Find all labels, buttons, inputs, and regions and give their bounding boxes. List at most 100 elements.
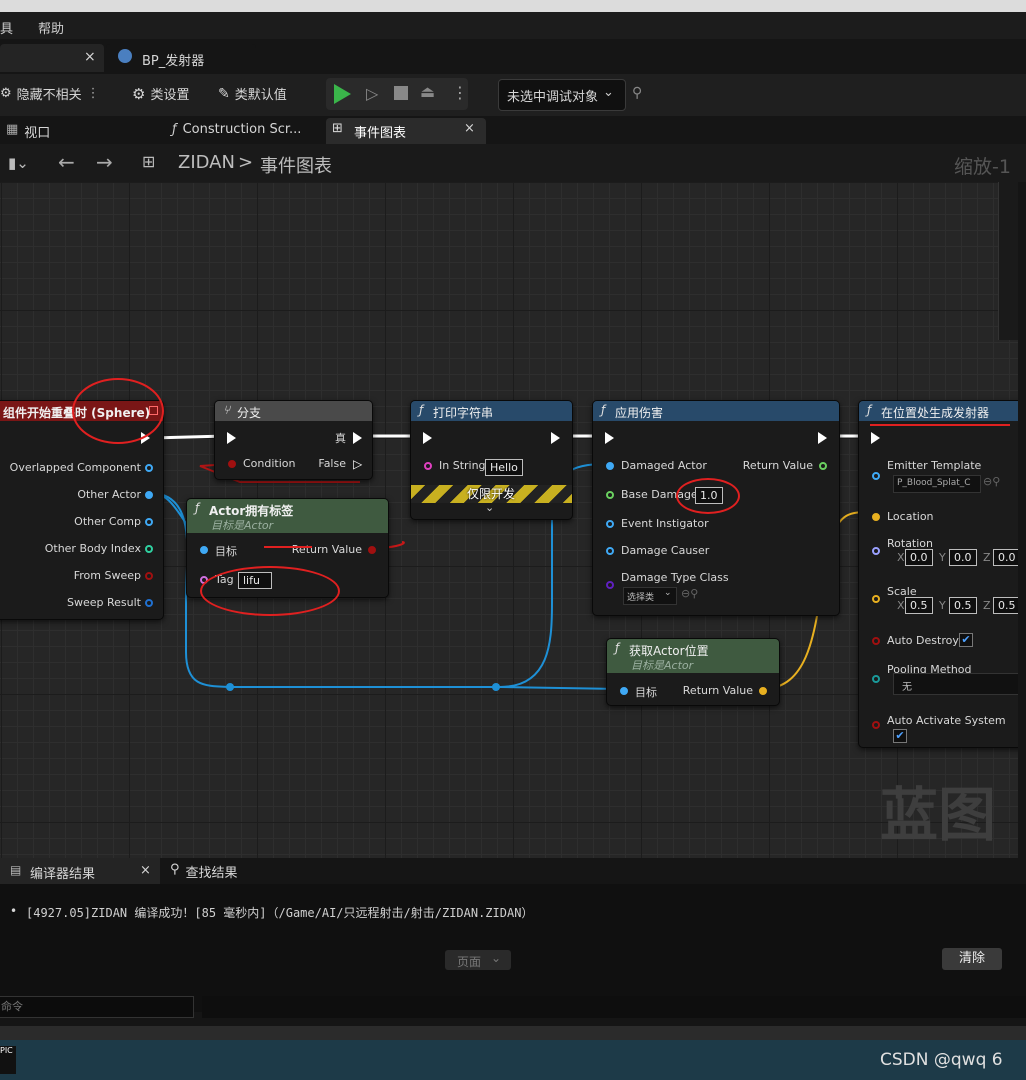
forward-arrow-icon[interactable]: →: [96, 150, 113, 174]
tab-event-graph[interactable]: ⊞ 事件图表 ×: [326, 118, 486, 144]
pin-label: Overlapped Component: [9, 461, 141, 474]
node-subtitle: 目标是Actor: [631, 659, 694, 672]
pin-return-value[interactable]: [759, 687, 767, 695]
exec-false-pin[interactable]: ▷: [353, 457, 362, 471]
pin-other-comp[interactable]: [145, 518, 153, 526]
pin-overlapped-component[interactable]: [145, 464, 153, 472]
emitter-template-select[interactable]: P_Blood_Splat_C: [893, 475, 981, 493]
node-get-actor-location[interactable]: ƒ 获取Actor位置 目标是Actor 目标 Return Value: [606, 638, 780, 706]
page-select[interactable]: 页面 ⌄: [445, 950, 511, 970]
hide-unrelated-button[interactable]: ⚙ 隐藏不相关 ⋮: [0, 84, 100, 103]
pin-damaged-actor[interactable]: [606, 462, 614, 470]
chevron-down-icon[interactable]: ⌄: [485, 501, 494, 514]
debug-target-label: 未选中调试对象: [507, 90, 599, 105]
auto-activate-checkbox[interactable]: ✔: [893, 729, 907, 743]
doc-tab-previous[interactable]: ×: [0, 44, 104, 72]
tab-compiler-results[interactable]: ▤ 编译器结果 ×: [0, 858, 160, 884]
menu-tools[interactable]: 具: [0, 18, 13, 37]
pin-other-actor[interactable]: [145, 491, 153, 499]
pin-rotation[interactable]: [872, 547, 880, 555]
scale-y-value[interactable]: 0.5: [949, 597, 977, 614]
pin-label: Return Value: [682, 684, 753, 697]
eject-icon[interactable]: ⏏: [420, 82, 435, 101]
exec-in-pin[interactable]: [227, 432, 236, 444]
pin-target[interactable]: [620, 687, 628, 695]
event-graph-canvas[interactable]: 组件开始重叠时 (Sphere) Overlapped Component Ot…: [0, 182, 1018, 858]
pin-label: 目标: [635, 686, 657, 699]
more-icon[interactable]: ⋮: [452, 83, 468, 102]
pin-damage-causer[interactable]: [606, 547, 614, 555]
pin-label: Sweep Result: [67, 596, 141, 609]
pin-target[interactable]: [200, 546, 208, 554]
doc-tab-bp-label: BP_发射器: [142, 54, 205, 69]
epic-games-icon[interactable]: PIC: [0, 1046, 16, 1074]
debug-target-select[interactable]: 未选中调试对象 ⌄: [498, 79, 626, 111]
class-defaults-button[interactable]: ✎ 类默认值: [218, 84, 287, 104]
pin-scale[interactable]: [872, 595, 880, 603]
command-input[interactable]: [0, 996, 194, 1018]
pin-return-value[interactable]: [819, 462, 827, 470]
rotation-x-value[interactable]: 0.0: [905, 549, 933, 566]
exec-out-pin[interactable]: [551, 432, 560, 444]
debug-filter-icon[interactable]: ⚲: [632, 85, 642, 101]
use-selected-icon[interactable]: ⊖⚲: [681, 587, 698, 600]
breadcrumb-separator: >: [238, 152, 254, 173]
breadcrumb-blueprint[interactable]: ZIDAN: [178, 152, 235, 173]
exec-true-pin[interactable]: [353, 432, 362, 444]
scale-z-value[interactable]: 0.5: [993, 597, 1018, 614]
pin-other-body-index[interactable]: [145, 545, 153, 553]
menu-help[interactable]: 帮助: [38, 18, 64, 37]
clear-button[interactable]: 清除: [942, 948, 1002, 970]
pin-event-instigator[interactable]: [606, 520, 614, 528]
use-selected-icon[interactable]: ⊖⚲: [983, 475, 1000, 488]
exec-out-pin[interactable]: [818, 432, 827, 444]
close-icon[interactable]: ×: [140, 863, 151, 878]
pin-label: Other Actor: [77, 488, 141, 501]
node-branch[interactable]: ⑂ 分支 真 Condition False ▷: [214, 400, 373, 480]
pooling-method-select[interactable]: 无: [893, 673, 1018, 695]
red-annotation: [72, 378, 164, 444]
node-spawn-emitter[interactable]: ƒ 在位置处生成发射器 Emitter Template P_Blood_Spl…: [858, 400, 1018, 748]
stop-icon[interactable]: [394, 86, 408, 100]
rotation-y-value[interactable]: 0.0: [949, 549, 977, 566]
scale-x-value[interactable]: 0.5: [905, 597, 933, 614]
auto-destroy-checkbox[interactable]: ✔: [959, 633, 973, 647]
damage-type-select[interactable]: 选择类 ⌄: [623, 587, 677, 605]
step-icon[interactable]: ▷: [366, 84, 378, 103]
pin-pooling-method[interactable]: [872, 675, 880, 683]
pin-auto-destroy[interactable]: [872, 637, 880, 645]
exec-in-pin[interactable]: [871, 432, 880, 444]
graph-icon: ⊞: [332, 121, 343, 136]
pin-in-string[interactable]: [424, 462, 432, 470]
pin-return-value[interactable]: [368, 546, 376, 554]
pin-sweep-result[interactable]: [145, 599, 153, 607]
breadcrumb-graph[interactable]: 事件图表: [260, 152, 332, 178]
node-print-string[interactable]: ƒ 打印字符串 In String Hello 仅限开发 ⌄: [410, 400, 573, 520]
pin-auto-activate[interactable]: [872, 721, 880, 729]
in-string-value[interactable]: Hello: [485, 459, 523, 476]
pin-emitter-template[interactable]: [872, 472, 880, 480]
exec-in-pin[interactable]: [423, 432, 432, 444]
class-settings-button[interactable]: ⚙ 类设置: [132, 84, 189, 104]
node-header: ⑂ 分支: [215, 401, 372, 421]
tab-find-results[interactable]: ⚲ 查找结果: [170, 862, 238, 881]
back-arrow-icon[interactable]: ←: [58, 150, 75, 174]
close-icon[interactable]: ×: [464, 121, 475, 136]
rotation-z-value[interactable]: 0.0: [993, 549, 1018, 566]
close-icon[interactable]: ×: [84, 49, 96, 65]
bookmark-icon[interactable]: ▮⌄: [8, 154, 29, 172]
node-header: ƒ 获取Actor位置 目标是Actor: [607, 639, 779, 673]
play-icon[interactable]: [334, 84, 351, 104]
exec-in-pin[interactable]: [605, 432, 614, 444]
red-annotation: [264, 546, 312, 548]
pin-condition[interactable]: [228, 460, 236, 468]
axis-z-label: Z: [983, 599, 991, 612]
pin-damage-type-class[interactable]: [606, 581, 614, 589]
pin-location[interactable]: [872, 513, 880, 521]
pin-base-damage[interactable]: [606, 491, 614, 499]
tab-viewport[interactable]: ▦ 视口: [6, 122, 50, 141]
axis-y-label: Y: [939, 551, 946, 564]
doc-tab-bp[interactable]: BP_发射器: [106, 44, 256, 72]
tab-construction-script[interactable]: ƒ Construction Scr...: [172, 122, 301, 137]
pin-from-sweep[interactable]: [145, 572, 153, 580]
